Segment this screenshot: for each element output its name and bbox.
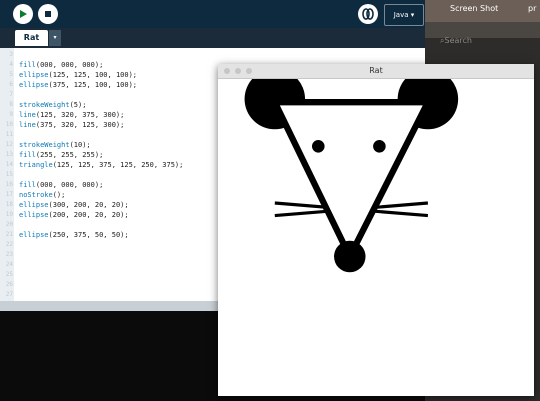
code-function-name: fill (19, 181, 36, 189)
code-arguments: (375, 320, 125, 300); (35, 121, 125, 129)
tab-menu-button[interactable]: ▾ (49, 30, 61, 46)
line-number: 10 (5, 121, 13, 128)
line-number: 11 (5, 131, 13, 138)
tab-rat[interactable]: Rat (15, 30, 48, 46)
code-arguments: (125, 125, 100, 100); (48, 71, 138, 79)
sketch-window: Rat (218, 64, 534, 396)
nose (334, 240, 366, 273)
debugger-button[interactable] (358, 4, 378, 24)
line-number: 19 (5, 211, 13, 218)
code-arguments: (000, 000, 000); (35, 181, 104, 189)
code-function-name: strokeWeight (19, 141, 70, 149)
run-button[interactable] (13, 4, 33, 24)
line-number: 24 (5, 261, 13, 268)
line-number: 4 (9, 61, 13, 68)
code-function-name: fill (19, 151, 36, 159)
line-number: 15 (5, 171, 13, 178)
line-number: 3 (9, 51, 13, 58)
stop-icon (45, 11, 51, 17)
window-titlebar[interactable]: Rat (218, 64, 534, 79)
stop-button[interactable] (38, 4, 58, 24)
code-arguments: (255, 255, 255); (35, 151, 104, 159)
code-line[interactable]: strokeWeight(10); (19, 140, 91, 150)
code-line[interactable]: ellipse(200, 200, 20, 20); (19, 210, 129, 220)
screenshot-file-label[interactable]: Screen Shot (450, 4, 498, 13)
partial-file-label[interactable]: pr (528, 4, 536, 13)
code-arguments: (375, 125, 100, 100); (48, 81, 138, 89)
code-line[interactable]: ellipse(300, 200, 20, 20); (19, 200, 129, 210)
code-arguments: (250, 375, 50, 50); (48, 231, 129, 239)
code-function-name: ellipse (19, 71, 49, 79)
code-function-name: line (19, 111, 36, 119)
line-number: 14 (5, 161, 13, 168)
sketch-canvas (218, 68, 534, 396)
play-icon (20, 10, 27, 18)
code-function-name: noStroke (19, 191, 53, 199)
right-eye (373, 140, 386, 153)
code-line[interactable]: line(125, 320, 375, 300); (19, 110, 124, 120)
code-line[interactable]: line(375, 320, 125, 300); (19, 120, 124, 130)
code-line[interactable]: triangle(125, 125, 375, 125, 250, 375); (19, 160, 183, 170)
code-arguments: (); (52, 191, 66, 199)
code-function-name: triangle (19, 161, 53, 169)
line-number: 27 (5, 291, 13, 298)
line-number: 18 (5, 201, 13, 208)
line-number: 23 (5, 251, 13, 258)
line-number: 17 (5, 191, 13, 198)
line-number: 26 (5, 281, 13, 288)
window-title: Rat (369, 66, 383, 75)
search-input[interactable]: ⌕Search (440, 36, 472, 46)
code-function-name: ellipse (19, 201, 49, 209)
code-line[interactable]: ellipse(375, 125, 100, 100); (19, 80, 137, 90)
line-number: 22 (5, 241, 13, 248)
code-function-name: line (19, 121, 36, 129)
code-line[interactable]: fill(000, 000, 000); (19, 60, 103, 70)
code-arguments: (200, 200, 20, 20); (48, 211, 129, 219)
line-number: 20 (5, 221, 13, 228)
line-number: 25 (5, 271, 13, 278)
code-line[interactable]: ellipse(250, 375, 50, 50); (19, 230, 129, 240)
code-arguments: (300, 200, 20, 20); (48, 201, 129, 209)
code-arguments: (000, 000, 000); (35, 61, 104, 69)
ide-toolbar: Java ▾ (0, 0, 425, 28)
line-number: 13 (5, 151, 13, 158)
search-placeholder: Search (444, 36, 472, 45)
code-line[interactable]: ellipse(125, 125, 100, 100); (19, 70, 137, 80)
code-arguments: (10); (69, 141, 91, 149)
code-arguments: (125, 125, 375, 125, 250, 375); (52, 161, 184, 169)
line-number: 5 (9, 71, 13, 78)
line-number: 7 (9, 91, 13, 98)
line-number: 9 (9, 111, 13, 118)
code-line[interactable]: strokeWeight(5); (19, 100, 86, 110)
code-arguments: (125, 320, 375, 300); (35, 111, 125, 119)
line-number-gutter: 3 4 5 6 7 8 9 10 11 12 13 14 15 16 17 18 19 20 21 22 23 24 25 2… (0, 48, 14, 301)
code-line[interactable]: fill(255, 255, 255); (19, 150, 103, 160)
code-function-name: ellipse (19, 81, 49, 89)
line-number: 12 (5, 141, 13, 148)
debugger-icon (362, 8, 374, 20)
line-number: 6 (9, 81, 13, 88)
line-number: 8 (9, 101, 13, 108)
line-number: 16 (5, 181, 13, 188)
line-number: 21 (5, 231, 13, 238)
mode-selector[interactable]: Java ▾ (384, 4, 424, 26)
rat-drawing (244, 68, 459, 273)
code-arguments: (5); (69, 101, 87, 109)
code-line[interactable]: noStroke(); (19, 190, 65, 200)
code-function-name: ellipse (19, 211, 49, 219)
code-line[interactable]: fill(000, 000, 000); (19, 180, 103, 190)
head-triangle (269, 99, 434, 264)
code-function-name: ellipse (19, 231, 49, 239)
code-function-name: fill (19, 61, 36, 69)
left-eye (311, 140, 325, 153)
code-function-name: strokeWeight (19, 101, 70, 109)
